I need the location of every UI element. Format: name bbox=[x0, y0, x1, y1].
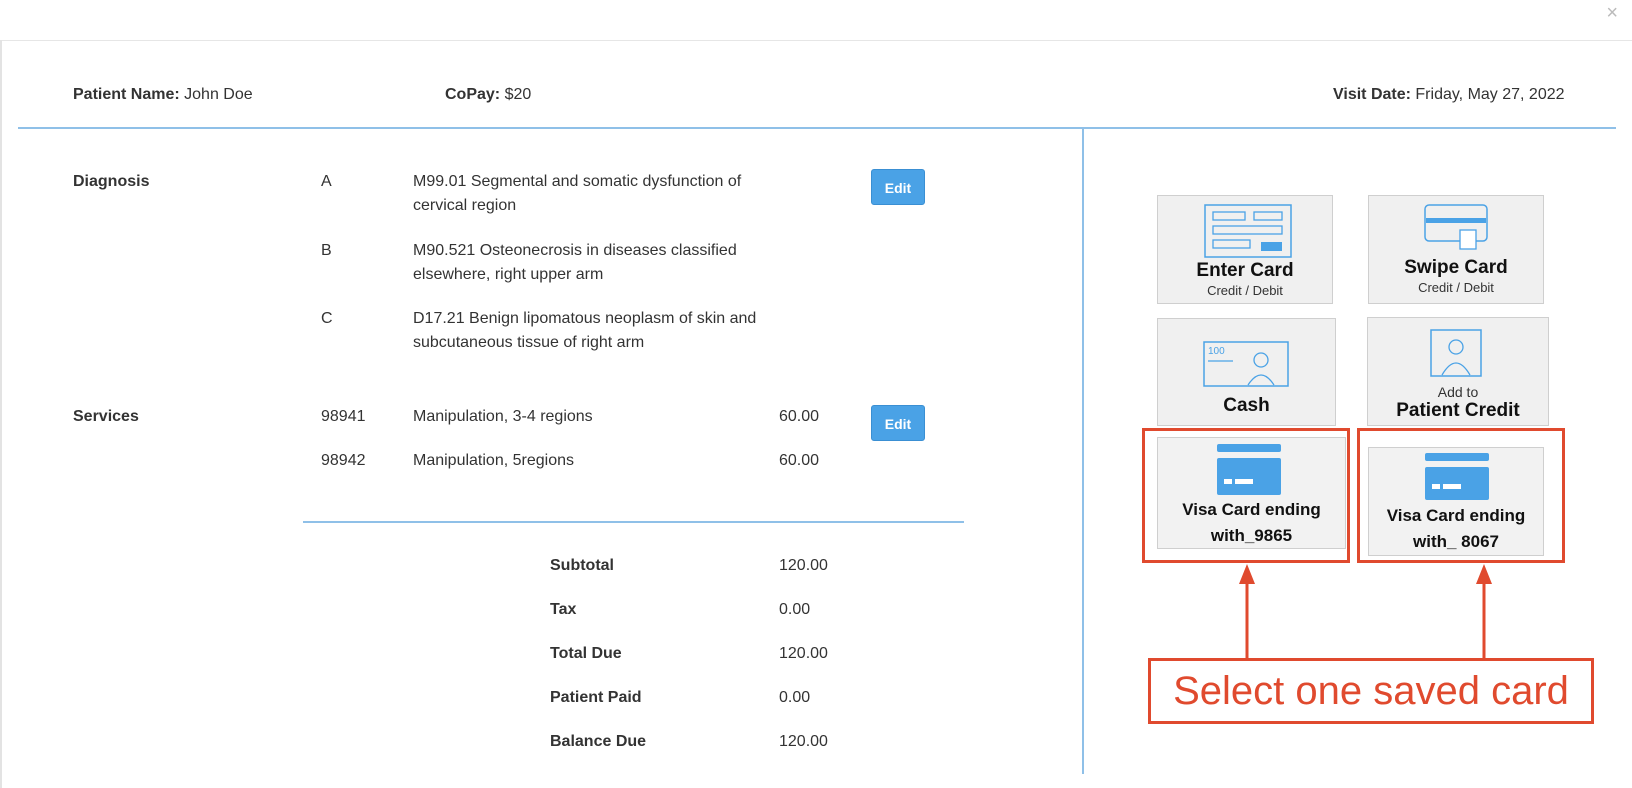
annotation-callout: Select one saved card bbox=[1148, 658, 1594, 724]
